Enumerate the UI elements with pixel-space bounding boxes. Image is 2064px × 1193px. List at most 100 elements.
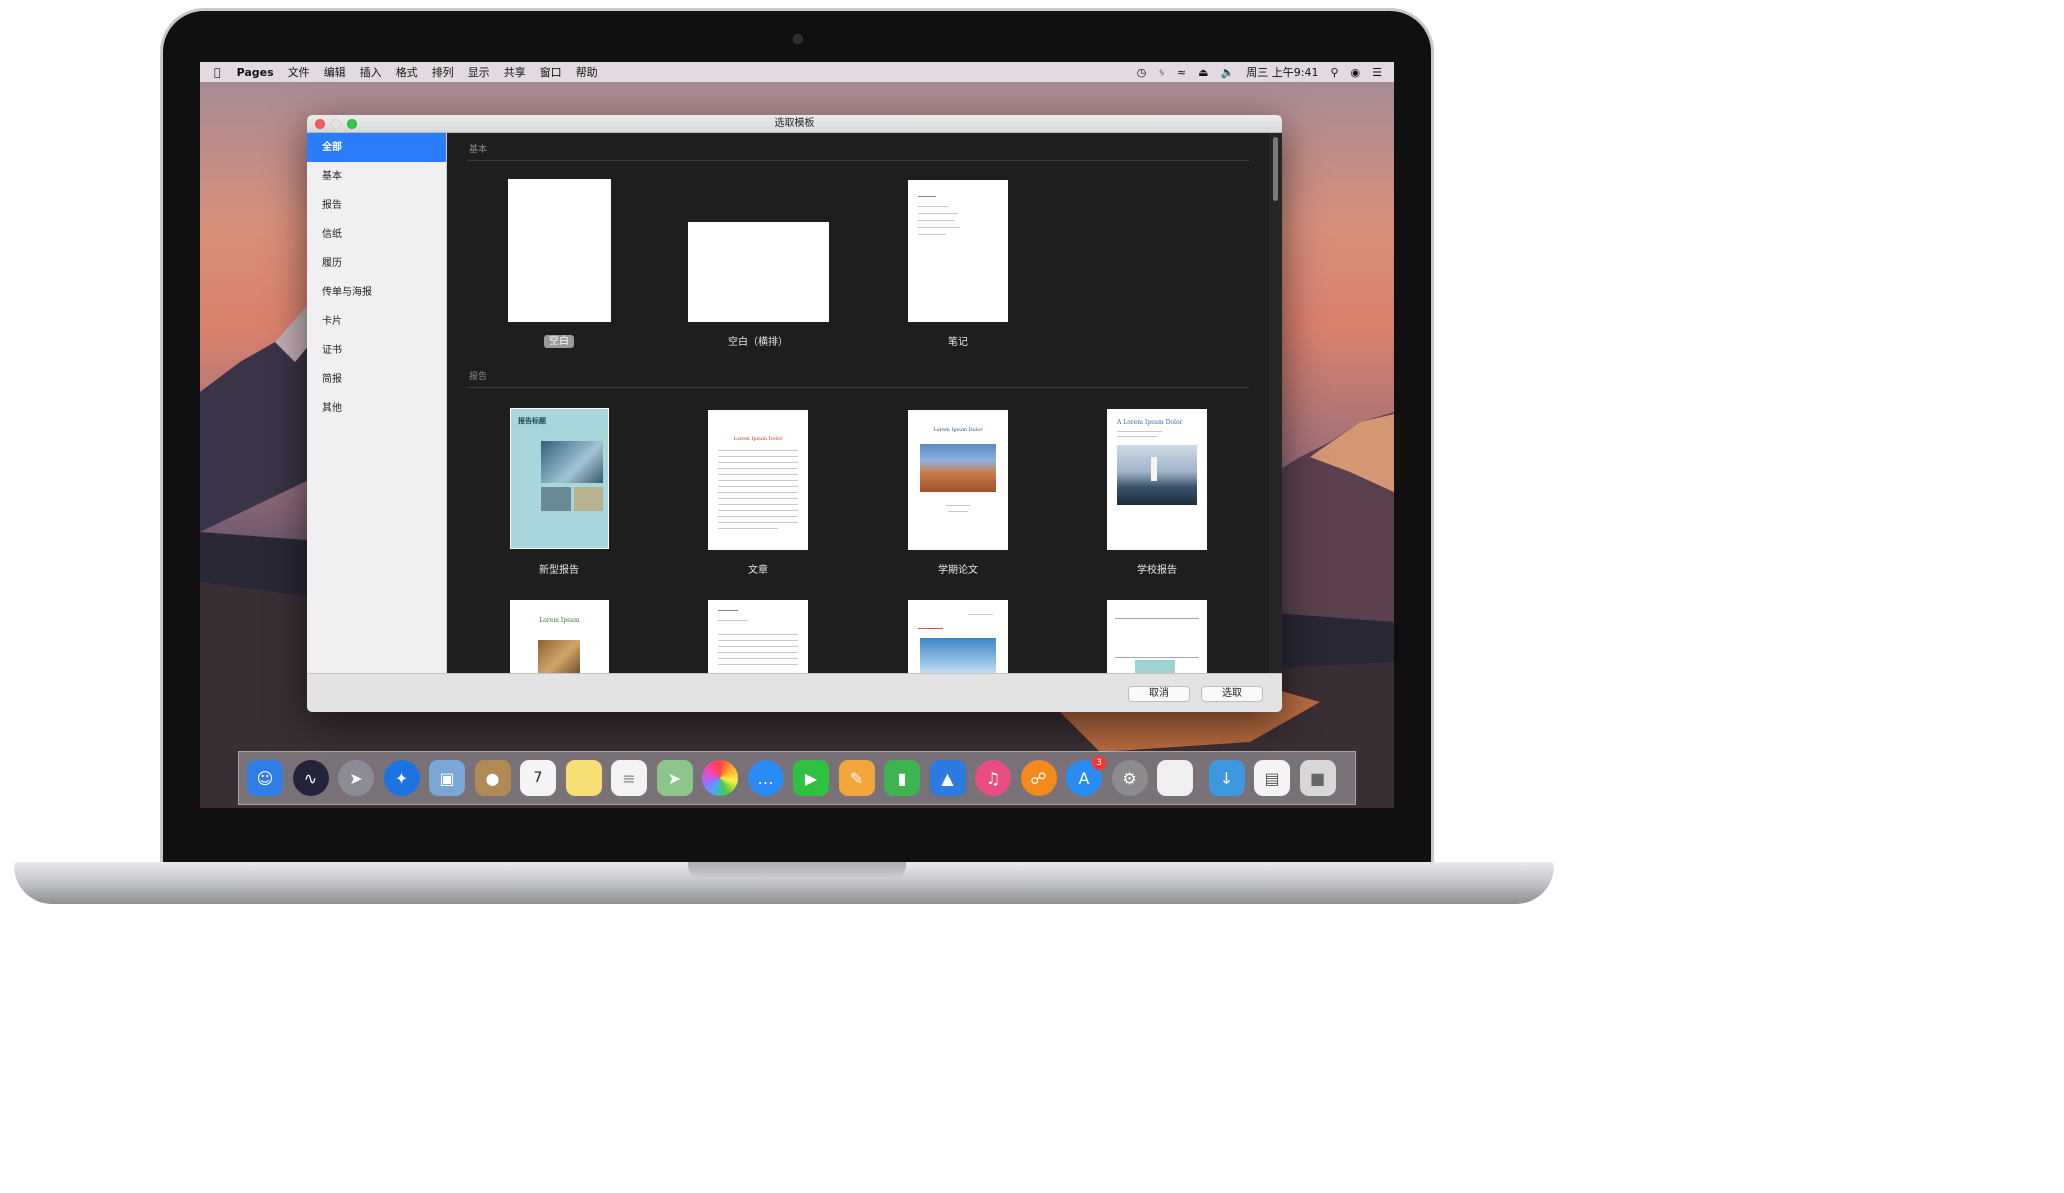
- window-title: 选取模板: [774, 118, 815, 129]
- template-thumb-blank-landscape[interactable]: [688, 222, 829, 322]
- messages-icon[interactable]: …: [747, 760, 784, 796]
- maps-icon[interactable]: ➤: [656, 760, 693, 796]
- app-store-badge: 3: [1092, 756, 1106, 770]
- menu-window[interactable]: 窗口: [540, 64, 562, 80]
- status-area: ◷ ᛃ ≈ ⏏ 🔈 周三 上午9:41 ⚲ ◉ ☰: [1137, 64, 1394, 80]
- siri-icon[interactable]: ∿: [292, 760, 329, 796]
- template-thumb-lorem-ipsum[interactable]: Lorem Ipsum: [510, 600, 609, 673]
- siri-icon[interactable]: ◉: [1351, 66, 1361, 79]
- choose-button[interactable]: 选取: [1201, 686, 1263, 702]
- template-label-blank: 空白: [469, 332, 649, 348]
- sidebar-item-all[interactable]: 全部: [307, 133, 446, 162]
- thumb-term-paper-title: Lorem Ipsum Dolor: [933, 427, 983, 433]
- scrollbar-thumb[interactable]: [1273, 137, 1278, 201]
- menu-edit[interactable]: 编辑: [324, 64, 346, 80]
- laptop-lid-notch: [688, 862, 906, 879]
- sidebar-item-newsletters[interactable]: 简报: [307, 365, 446, 394]
- wifi-icon[interactable]: ≈: [1177, 66, 1186, 79]
- menu-insert[interactable]: 插入: [360, 64, 382, 80]
- desktop-screen:  Pages 文件 编辑 插入 格式 排列 显示 共享 窗口 帮助 ◷ ᛃ ≈…: [200, 62, 1394, 808]
- sidebar-item-resumes[interactable]: 履历: [307, 249, 446, 278]
- sidebar-item-other[interactable]: 其他: [307, 394, 446, 423]
- section-header-report: 报告: [469, 372, 488, 382]
- sidebar-item-stationery[interactable]: 信纸: [307, 220, 446, 249]
- cancel-button[interactable]: 取消: [1128, 686, 1190, 702]
- menu-view[interactable]: 显示: [468, 64, 490, 80]
- photo-preview-icon[interactable]: ▣: [429, 760, 465, 796]
- sidebar-item-certificates[interactable]: 证书: [307, 336, 446, 365]
- camera-icon: [793, 34, 803, 44]
- dock: ☺ ∿ ➤ ✦ ▣ ● 7 ≡ ➤ … ▶ ✎ ▮ ▲ ♫ ☍ A3 ⚙ ↓ ▤…: [238, 751, 1356, 805]
- finder-icon[interactable]: ☺: [247, 760, 283, 796]
- menu-clock[interactable]: 周三 上午9:41: [1246, 64, 1318, 80]
- menu-arrange[interactable]: 排列: [432, 64, 454, 80]
- menu-bar:  Pages 文件 编辑 插入 格式 排列 显示 共享 窗口 帮助 ◷ ᛃ ≈…: [200, 62, 1394, 82]
- photos-icon[interactable]: [702, 760, 738, 796]
- menu-share[interactable]: 共享: [504, 64, 526, 80]
- pages-icon[interactable]: ✎: [838, 760, 875, 796]
- trash-icon[interactable]: ■: [1299, 760, 1336, 796]
- ibooks-icon[interactable]: ☍: [1020, 760, 1057, 796]
- minimize-button[interactable]: [331, 119, 341, 129]
- template-thumb-blank[interactable]: [508, 179, 611, 322]
- sidebar-item-reports[interactable]: 报告: [307, 191, 446, 220]
- template-label-school-report: 学校报告: [1137, 565, 1177, 576]
- downloads-folder-icon[interactable]: ↓: [1208, 760, 1245, 796]
- gallery-scrollbar[interactable]: [1269, 133, 1282, 673]
- documents-stack-icon[interactable]: ▤: [1254, 760, 1290, 796]
- volume-icon[interactable]: 🔈: [1221, 66, 1235, 79]
- sidebar-item-cards[interactable]: 卡片: [307, 307, 446, 336]
- template-thumb-modern-report[interactable]: 报告标题: [510, 408, 609, 549]
- template-label-term-paper: 学期论文: [938, 565, 978, 576]
- window-title-bar: 选取模板: [307, 115, 1282, 133]
- template-label-blank-landscape: 空白（横排）: [728, 337, 788, 348]
- app-store-icon[interactable]: A3: [1066, 756, 1106, 796]
- time-machine-icon[interactable]: ◷: [1137, 66, 1147, 79]
- section-divider: [467, 160, 1249, 161]
- close-button[interactable]: [315, 119, 325, 129]
- spotlight-search-icon[interactable]: ⚲: [1330, 66, 1338, 79]
- template-thumb-essay[interactable]: Lorem Ipsum Dolor: [708, 410, 808, 550]
- template-thumb-school-report[interactable]: A Lorem Ipsum Dolor: [1107, 409, 1207, 550]
- numbers-icon[interactable]: ▮: [884, 760, 920, 796]
- thumb-lorem-ipsum-title: Lorem Ipsum: [539, 617, 580, 624]
- notification-center-icon[interactable]: ☰: [1372, 66, 1382, 79]
- thumb-essay-title: Lorem Ipsum Dolor: [733, 436, 783, 442]
- eject-icon[interactable]: ⏏: [1198, 66, 1208, 79]
- template-chooser-window: 选取模板 全部 基本 报告 信纸 履历 传单与海报 卡片 证书 简报 其他 基本…: [307, 115, 1282, 712]
- thumb-report-title: 报告标题: [518, 417, 546, 425]
- notes-icon[interactable]: [565, 760, 602, 796]
- template-thumb-sketch[interactable]: [1107, 600, 1207, 673]
- section-divider: [467, 387, 1249, 388]
- sidebar-item-flyers-posters[interactable]: 传单与海报: [307, 278, 446, 307]
- textedit-icon[interactable]: [1157, 760, 1193, 796]
- facetime-icon[interactable]: ▶: [793, 760, 829, 796]
- app-menu-pages[interactable]: Pages: [237, 66, 274, 79]
- bluetooth-icon[interactable]: ᛃ: [1158, 66, 1165, 79]
- reminders-icon[interactable]: ≡: [611, 760, 647, 796]
- menu-file[interactable]: 文件: [288, 64, 310, 80]
- calendar-day: 7: [533, 770, 543, 786]
- contacts-icon[interactable]: ●: [474, 760, 511, 796]
- template-gallery: 基本 空白 空白（横排） 笔记 报告 报告标题 新型报告 Lorem Ipsum…: [447, 133, 1282, 673]
- sidebar-item-basic[interactable]: 基本: [307, 162, 446, 191]
- safari-icon[interactable]: ✦: [383, 760, 420, 796]
- apple-logo-icon[interactable]: : [214, 66, 221, 79]
- menu-format[interactable]: 格式: [396, 64, 418, 80]
- template-thumb-term-paper[interactable]: Lorem Ipsum Dolor: [908, 410, 1008, 550]
- template-thumb-architecture[interactable]: [908, 600, 1008, 673]
- template-thumb-note[interactable]: [908, 180, 1008, 322]
- system-preferences-icon[interactable]: ⚙: [1111, 760, 1148, 796]
- template-label-note: 笔记: [948, 337, 968, 348]
- itunes-icon[interactable]: ♫: [975, 760, 1011, 796]
- calendar-icon[interactable]: 7: [520, 760, 556, 796]
- zoom-button[interactable]: [347, 119, 357, 129]
- thumb-school-report-title: A Lorem Ipsum Dolor: [1117, 419, 1183, 426]
- launchpad-icon[interactable]: ➤: [338, 760, 374, 796]
- section-header-basic: 基本: [469, 145, 488, 155]
- template-thumb-text-document[interactable]: [708, 600, 808, 673]
- menu-help[interactable]: 帮助: [576, 64, 598, 80]
- window-footer: 取消 选取: [307, 673, 1282, 712]
- keynote-icon[interactable]: ▲: [929, 760, 966, 796]
- template-label-essay: 文章: [748, 565, 768, 576]
